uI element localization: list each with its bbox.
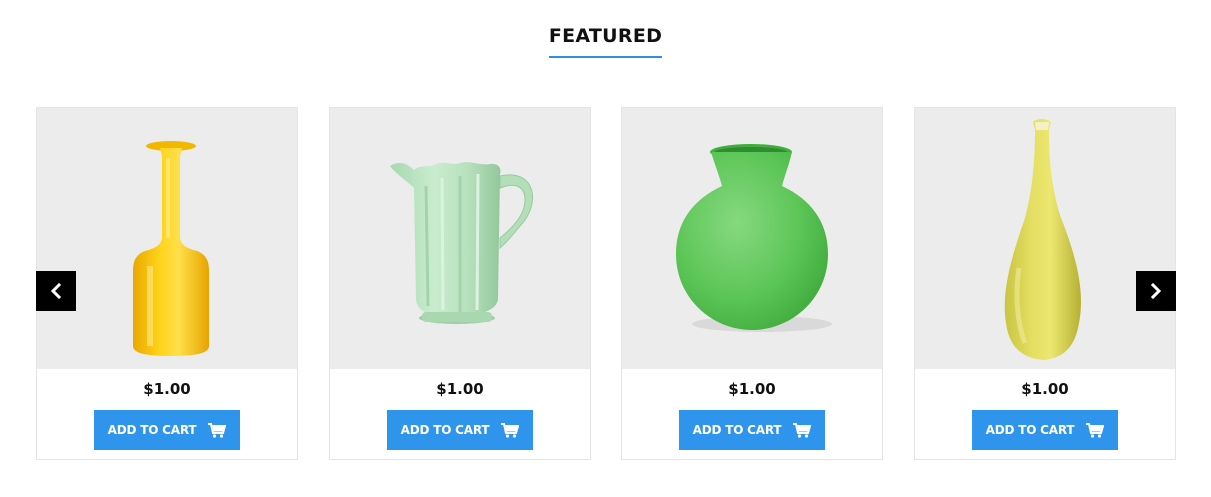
carousel-next-button[interactable] [1136, 271, 1176, 311]
add-to-cart-label: ADD TO CART [692, 423, 782, 437]
cart-icon [793, 422, 812, 438]
section-header: FEATURED [0, 24, 1211, 58]
add-to-cart-button[interactable]: ADD TO CART [387, 410, 533, 450]
add-to-cart-label: ADD TO CART [985, 423, 1075, 437]
section-title: FEATURED [548, 24, 663, 58]
product-price: $1.00 [1021, 380, 1069, 398]
add-to-cart-label: ADD TO CART [107, 423, 197, 437]
product-image[interactable] [330, 108, 590, 369]
product-price: $1.00 [436, 380, 484, 398]
add-to-cart-button[interactable]: ADD TO CART [94, 410, 240, 450]
product-price: $1.00 [143, 380, 191, 398]
green-round-vase-icon [676, 144, 832, 332]
add-to-cart-button[interactable]: ADD TO CART [972, 410, 1118, 450]
add-to-cart-label: ADD TO CART [400, 423, 490, 437]
green-glass-pitcher-icon [390, 162, 534, 324]
product-card[interactable]: $1.00 ADD TO CART [329, 107, 591, 460]
cart-icon [501, 422, 520, 438]
chevron-right-icon [1150, 283, 1162, 299]
carousel-prev-button[interactable] [36, 271, 76, 311]
cart-icon [1086, 422, 1105, 438]
product-image[interactable] [37, 108, 297, 369]
add-to-cart-button[interactable]: ADD TO CART [679, 410, 825, 450]
featured-products-page: FEATURED $1.00 ADD TO CART $1.00 ADD TO … [0, 0, 1211, 497]
product-image[interactable] [622, 108, 882, 369]
product-image[interactable] [915, 108, 1175, 369]
product-card[interactable]: $1.00 ADD TO CART [621, 107, 883, 460]
product-price: $1.00 [728, 380, 776, 398]
cart-icon [208, 422, 227, 438]
chevron-left-icon [50, 283, 62, 299]
yellow-tall-vase-icon [1004, 119, 1081, 360]
yellow-bottle-vase-icon [133, 141, 209, 356]
product-carousel: $1.00 ADD TO CART $1.00 ADD TO CART $1.0… [36, 107, 1176, 460]
